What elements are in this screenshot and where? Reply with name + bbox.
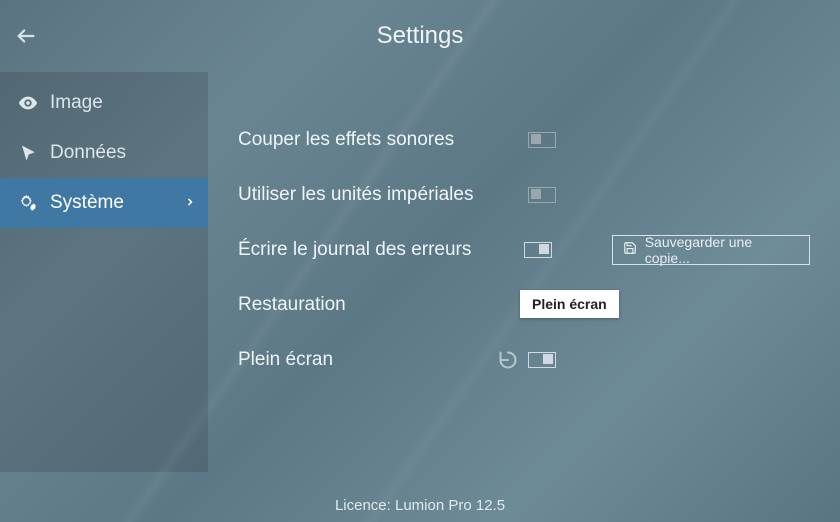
tooltip-fullscreen: Plein écran	[520, 290, 619, 318]
save-icon	[623, 241, 637, 258]
setting-label: Écrire le journal des erreurs	[238, 239, 524, 261]
save-copy-label: Sauvegarder une copie...	[645, 234, 799, 266]
eye-icon	[16, 92, 40, 114]
back-button[interactable]	[8, 18, 44, 54]
setting-row-imperial: Utiliser les unités impériales	[238, 167, 810, 222]
sidebar-item-system[interactable]: Système	[0, 178, 208, 228]
setting-row-fullscreen: Plein écran	[238, 332, 810, 387]
footer: Licence: Lumion Pro 12.5	[0, 497, 840, 514]
settings-panel: Couper les effets sonores Utiliser les u…	[208, 72, 840, 472]
sidebar: Image Données Système	[0, 72, 208, 472]
license-label: Licence:	[335, 497, 395, 514]
sidebar-item-label: Système	[50, 192, 124, 214]
save-copy-button[interactable]: Sauvegarder une copie...	[612, 235, 810, 265]
sidebar-item-label: Données	[50, 142, 126, 164]
cursor-icon	[16, 144, 40, 162]
setting-label: Restauration	[238, 294, 528, 316]
header: Settings	[0, 0, 840, 72]
sidebar-item-data[interactable]: Données	[0, 128, 208, 178]
sidebar-item-image[interactable]: Image	[0, 78, 208, 128]
sidebar-item-label: Image	[50, 92, 103, 114]
setting-label: Utiliser les unités impériales	[238, 184, 528, 206]
toggle-fullscreen[interactable]	[528, 352, 556, 368]
undo-icon	[498, 350, 518, 370]
toggle-mute-sound[interactable]	[528, 132, 556, 148]
license-value: Lumion Pro 12.5	[395, 497, 505, 514]
reset-button[interactable]	[496, 348, 520, 372]
setting-label: Plein écran	[238, 349, 496, 371]
page-title: Settings	[0, 22, 840, 50]
setting-row-mute-sound: Couper les effets sonores	[238, 112, 810, 167]
body: Image Données Système Couper les effets …	[0, 72, 840, 472]
setting-row-error-log: Écrire le journal des erreurs Sauvegarde…	[238, 222, 810, 277]
toggle-error-log[interactable]	[524, 242, 552, 258]
gears-icon	[16, 193, 40, 213]
arrow-left-icon	[15, 25, 37, 47]
toggle-imperial[interactable]	[528, 187, 556, 203]
setting-label: Couper les effets sonores	[238, 129, 528, 151]
chevron-right-icon	[184, 192, 196, 214]
